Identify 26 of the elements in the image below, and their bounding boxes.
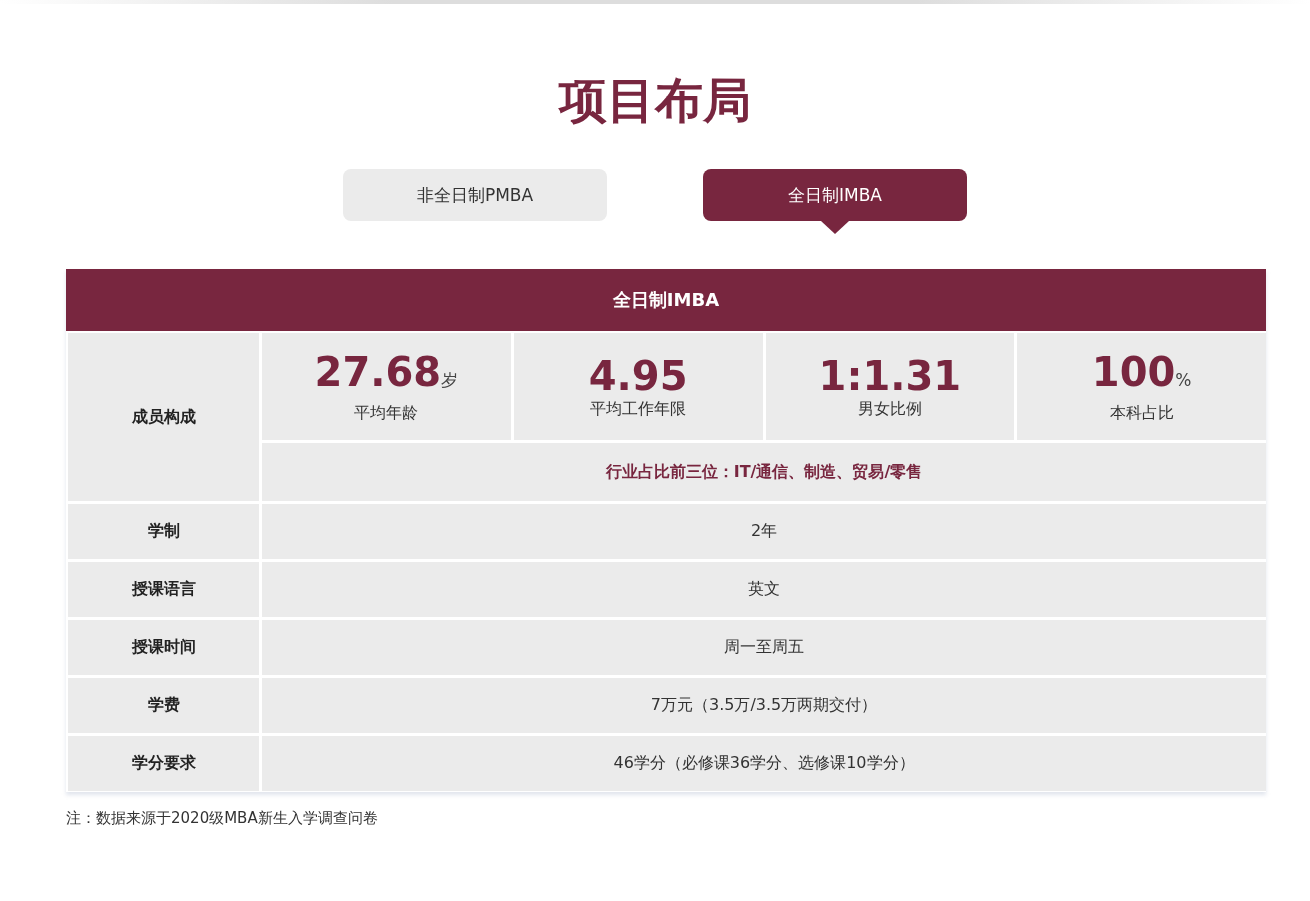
table-cell: 英文 <box>262 562 1266 617</box>
table-cell: 7万元（3.5万/3.5万两期交付） <box>262 678 1266 733</box>
page-title: 项目布局 <box>557 71 752 130</box>
stat-value: 1:1.31 <box>818 353 962 399</box>
stat-caption: 平均工作年限 <box>590 399 687 420</box>
row-label: 授课语言 <box>68 562 259 617</box>
program-tab[interactable]: 全日制IMBA <box>703 169 967 221</box>
stat-caption: 本科占比 <box>1109 403 1174 424</box>
table-cell: 46学分（必修课36学分、选修课10学分） <box>262 736 1266 791</box>
stat-value: 4.95 <box>588 353 688 399</box>
footnote: 注：数据来源于2020级MBA新生入学调查问卷 <box>66 809 379 828</box>
table-header: 全日制IMBA <box>66 269 1266 331</box>
stat-caption: 男女比例 <box>857 399 922 420</box>
table-cell: 周一至周五 <box>262 620 1266 675</box>
stat-value: 27.68岁 <box>314 349 459 397</box>
row-label: 成员构成 <box>68 333 259 501</box>
program-tab[interactable]: 非全日制PMBA <box>343 169 607 221</box>
table-cell: 2年 <box>262 504 1266 559</box>
tab-pointer <box>821 221 849 234</box>
stat-caption: 平均年龄 <box>354 403 419 424</box>
row-label: 学制 <box>68 504 259 559</box>
row-label: 学费 <box>68 678 259 733</box>
row-label: 学分要求 <box>68 736 259 791</box>
industry-cell: 行业占比前三位：IT/通信、制造、贸易/零售 <box>262 443 1266 501</box>
row-label: 授课时间 <box>68 620 259 675</box>
stat-value: 100% <box>1091 349 1192 397</box>
